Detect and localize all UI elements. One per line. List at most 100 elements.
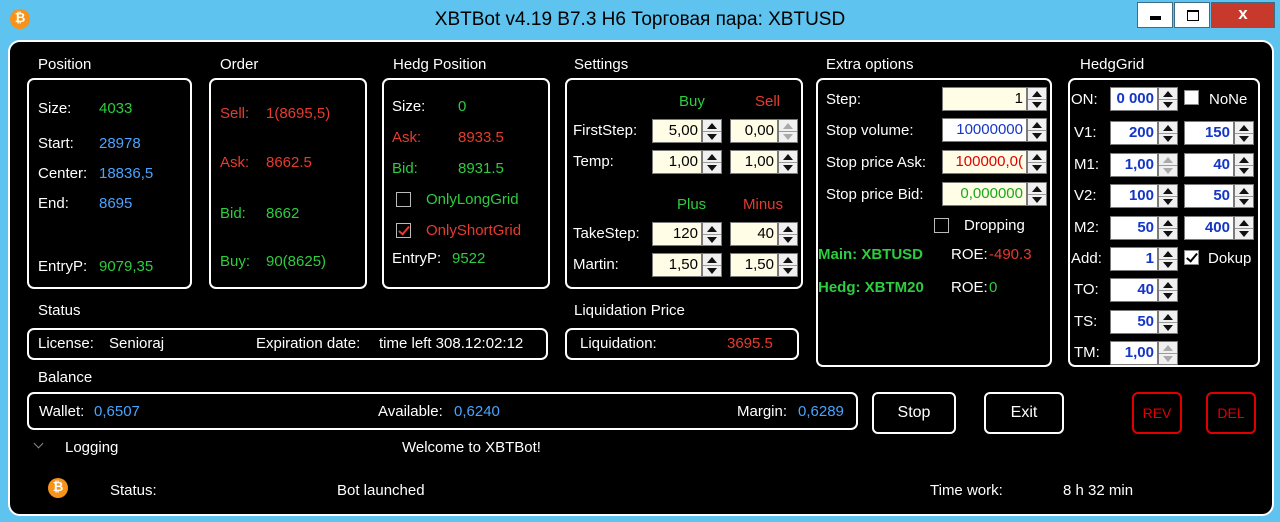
hg-m1-a-stepper[interactable] bbox=[1158, 153, 1178, 177]
temp-buy-input[interactable]: 1,00 bbox=[652, 150, 702, 174]
spin-down-icon[interactable] bbox=[779, 131, 797, 142]
temp-sell-input[interactable]: 1,00 bbox=[730, 150, 778, 174]
stop-price-ask-stepper[interactable] bbox=[1027, 150, 1047, 174]
hg-m2-b-input[interactable]: 400 bbox=[1184, 216, 1234, 240]
firststep-sell-stepper[interactable] bbox=[778, 119, 798, 143]
only-long-grid-checkbox[interactable] bbox=[396, 192, 411, 207]
martin-plus-stepper[interactable] bbox=[702, 253, 722, 277]
spin-down-icon[interactable] bbox=[1159, 353, 1177, 364]
spin-down-icon[interactable] bbox=[779, 265, 797, 276]
hg-m1-a-input[interactable]: 1,00 bbox=[1110, 153, 1158, 177]
hg-m2-a-stepper[interactable] bbox=[1158, 216, 1178, 240]
hg-tm-input[interactable]: 1,00 bbox=[1110, 341, 1158, 365]
takestep-minus-stepper[interactable] bbox=[778, 222, 798, 246]
hg-ts-input[interactable]: 50 bbox=[1110, 310, 1158, 334]
spin-down-icon[interactable] bbox=[703, 162, 721, 173]
spin-down-icon[interactable] bbox=[1159, 259, 1177, 270]
only-short-grid-checkbox[interactable] bbox=[396, 223, 411, 238]
spin-down-icon[interactable] bbox=[1159, 99, 1177, 110]
martin-plus-input[interactable]: 1,50 bbox=[652, 253, 702, 277]
takestep-plus-input[interactable]: 120 bbox=[652, 222, 702, 246]
spin-down-icon[interactable] bbox=[1159, 133, 1177, 144]
temp-buy-stepper[interactable] bbox=[702, 150, 722, 174]
main-roe-value: -490.3 bbox=[989, 246, 1032, 263]
stop-button[interactable]: Stop bbox=[872, 392, 956, 434]
stop-volume-input[interactable]: 10000000 bbox=[942, 118, 1027, 142]
hg-m2-b-stepper[interactable] bbox=[1234, 216, 1254, 240]
spin-down-icon[interactable] bbox=[1028, 130, 1046, 141]
stop-price-bid-stepper[interactable] bbox=[1027, 182, 1047, 206]
spin-down-icon[interactable] bbox=[1028, 162, 1046, 173]
spin-down-icon[interactable] bbox=[703, 234, 721, 245]
hg-tm-stepper[interactable] bbox=[1158, 341, 1178, 365]
settings-panel: Buy Sell FirstStep: 5,00 0,00 Temp: 1,00… bbox=[565, 78, 803, 289]
settings-sell-header: Sell bbox=[755, 93, 781, 110]
license-value: Senioraj bbox=[109, 335, 165, 352]
rev-button[interactable]: REV bbox=[1132, 392, 1182, 434]
hg-ts-stepper[interactable] bbox=[1158, 310, 1178, 334]
liquidation-header: Liquidation Price bbox=[574, 302, 685, 319]
hg-to-stepper[interactable] bbox=[1158, 278, 1178, 302]
hg-v1-b-stepper[interactable] bbox=[1234, 121, 1254, 145]
only-short-grid-label: OnlyShortGrid bbox=[426, 222, 522, 239]
logging-chevron-icon[interactable] bbox=[33, 438, 44, 449]
hg-m1-b-input[interactable]: 40 bbox=[1184, 153, 1234, 177]
hg-v2-b-input[interactable]: 50 bbox=[1184, 184, 1234, 208]
hg-m2-a-input[interactable]: 50 bbox=[1110, 216, 1158, 240]
spin-down-icon[interactable] bbox=[1159, 165, 1177, 176]
hg-v2-b-stepper[interactable] bbox=[1234, 184, 1254, 208]
spin-down-icon[interactable] bbox=[1159, 322, 1177, 333]
firststep-buy-input[interactable]: 5,00 bbox=[652, 119, 702, 143]
spin-down-icon[interactable] bbox=[1159, 290, 1177, 301]
hg-v1-a-stepper[interactable] bbox=[1158, 121, 1178, 145]
hg-add-stepper[interactable] bbox=[1158, 247, 1178, 271]
spin-down-icon[interactable] bbox=[1235, 165, 1253, 176]
dokup-checkbox[interactable] bbox=[1184, 250, 1199, 265]
stop-price-bid-input[interactable]: 0,000000 bbox=[942, 182, 1027, 206]
spin-down-icon[interactable] bbox=[1159, 196, 1177, 207]
takestep-plus-stepper[interactable] bbox=[702, 222, 722, 246]
license-label: License: bbox=[38, 335, 94, 352]
exit-button[interactable]: Exit bbox=[984, 392, 1064, 434]
hg-v2-a-stepper[interactable] bbox=[1158, 184, 1178, 208]
hg-on-stepper[interactable] bbox=[1158, 87, 1178, 111]
spin-down-icon[interactable] bbox=[1235, 133, 1253, 144]
none-label: NoNe bbox=[1209, 91, 1248, 108]
stop-price-ask-input[interactable]: 100000,0( bbox=[942, 150, 1027, 174]
spin-down-icon[interactable] bbox=[1235, 228, 1253, 239]
hg-v2-a-input[interactable]: 100 bbox=[1110, 184, 1158, 208]
del-button[interactable]: DEL bbox=[1206, 392, 1256, 434]
spin-down-icon[interactable] bbox=[703, 131, 721, 142]
hg-m1-b-stepper[interactable] bbox=[1234, 153, 1254, 177]
hg-v1-a-input[interactable]: 200 bbox=[1110, 121, 1158, 145]
hg-on-input[interactable]: 0 000 bbox=[1110, 87, 1158, 111]
temp-sell-stepper[interactable] bbox=[778, 150, 798, 174]
spin-down-icon[interactable] bbox=[779, 162, 797, 173]
spin-down-icon[interactable] bbox=[703, 265, 721, 276]
dropping-checkbox[interactable] bbox=[934, 218, 949, 233]
hg-to-input[interactable]: 40 bbox=[1110, 278, 1158, 302]
hg-add-input[interactable]: 1 bbox=[1110, 247, 1158, 271]
step-input[interactable]: 1 bbox=[942, 87, 1027, 111]
spin-down-icon[interactable] bbox=[1159, 228, 1177, 239]
temp-label: Temp: bbox=[573, 153, 614, 170]
step-stepper[interactable] bbox=[1027, 87, 1047, 111]
spin-down-icon[interactable] bbox=[779, 234, 797, 245]
hg-v1-b-input[interactable]: 150 bbox=[1184, 121, 1234, 145]
takestep-minus-input[interactable]: 40 bbox=[730, 222, 778, 246]
spin-down-icon[interactable] bbox=[1028, 99, 1046, 110]
martin-minus-input[interactable]: 1,50 bbox=[730, 253, 778, 277]
position-start-value: 28978 bbox=[99, 135, 141, 152]
stop-volume-stepper[interactable] bbox=[1027, 118, 1047, 142]
hedg-roe-label: ROE: bbox=[951, 279, 988, 296]
firststep-sell-input[interactable]: 0,00 bbox=[730, 119, 778, 143]
spin-down-icon[interactable] bbox=[1028, 194, 1046, 205]
minimize-button[interactable] bbox=[1137, 2, 1173, 28]
logging-toggle[interactable]: Logging bbox=[65, 439, 118, 457]
close-button[interactable]: x bbox=[1211, 2, 1275, 28]
martin-minus-stepper[interactable] bbox=[778, 253, 798, 277]
none-checkbox[interactable] bbox=[1184, 90, 1199, 105]
firststep-buy-stepper[interactable] bbox=[702, 119, 722, 143]
spin-down-icon[interactable] bbox=[1235, 196, 1253, 207]
maximize-button[interactable] bbox=[1174, 2, 1210, 28]
